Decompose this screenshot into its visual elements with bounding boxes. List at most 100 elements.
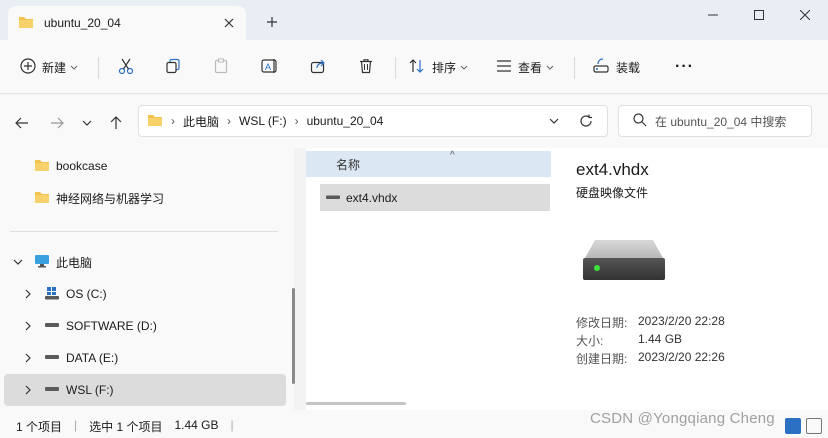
drive-icon bbox=[44, 318, 60, 335]
mount-label: 装载 bbox=[616, 60, 641, 75]
plus-circle-icon bbox=[20, 57, 36, 77]
breadcrumb-ubuntu[interactable]: ubuntu_20_04 bbox=[307, 114, 384, 128]
search-input[interactable]: 在 ubuntu_20_04 中搜索 bbox=[655, 113, 786, 130]
rename-button[interactable]: A bbox=[261, 53, 279, 81]
sidebar-item-this-pc[interactable]: 此电脑 bbox=[4, 246, 286, 278]
close-tab-icon[interactable] bbox=[220, 14, 238, 32]
hard-drive-icon bbox=[581, 234, 667, 287]
paste-button[interactable] bbox=[213, 53, 229, 81]
search-icon bbox=[633, 112, 647, 130]
view-button[interactable]: 查看 bbox=[496, 53, 554, 81]
breadcrumb-wsl[interactable]: WSL (F:) bbox=[239, 114, 287, 128]
navigation-pane: bookcase 神经网络与机器学习 此电脑 OS (C:) SOFTWARE … bbox=[0, 148, 294, 410]
separator: | bbox=[230, 418, 234, 432]
divider bbox=[10, 231, 278, 232]
tab-ubuntu[interactable]: ubuntu_20_04 bbox=[8, 6, 246, 40]
details-pane: ext4.vhdx 硬盘映像文件 修改日期: 2023/2/20 22:28 大… bbox=[551, 148, 828, 410]
sort-label: 排序 bbox=[432, 60, 457, 75]
navigation-row: › 此电脑 › WSL (F:) › ubuntu_20_04 在 ubuntu… bbox=[0, 95, 828, 148]
drive-icon bbox=[44, 350, 60, 367]
folder-icon bbox=[34, 158, 50, 175]
sidebar-item-wsl-f[interactable]: WSL (F:) bbox=[4, 374, 286, 406]
chevron-down-icon bbox=[460, 60, 468, 74]
back-button[interactable] bbox=[11, 112, 33, 134]
vhdx-file-icon bbox=[326, 191, 340, 205]
share-button[interactable] bbox=[310, 53, 326, 81]
address-bar[interactable]: › 此电脑 › WSL (F:) › ubuntu_20_04 bbox=[138, 105, 608, 137]
sort-button[interactable]: 排序 bbox=[408, 53, 468, 81]
folder-icon bbox=[34, 190, 50, 207]
details-view-button[interactable] bbox=[785, 418, 801, 434]
details-modified-value: 2023/2/20 22:28 bbox=[638, 314, 725, 328]
separator bbox=[574, 57, 575, 79]
breadcrumb-this-pc[interactable]: 此电脑 bbox=[183, 113, 219, 130]
details-modified-label: 修改日期: bbox=[576, 316, 628, 330]
search-box[interactable]: 在 ubuntu_20_04 中搜索 bbox=[618, 105, 812, 137]
forward-button[interactable] bbox=[46, 112, 68, 134]
svg-text:A: A bbox=[265, 62, 271, 72]
refresh-button[interactable] bbox=[575, 111, 597, 131]
chevron-right-icon: › bbox=[171, 114, 175, 128]
nav-scrollbar[interactable] bbox=[292, 288, 295, 384]
sidebar-item-label: 此电脑 bbox=[56, 255, 93, 270]
list-view-icon bbox=[496, 59, 512, 76]
new-tab-button[interactable] bbox=[262, 12, 282, 32]
sidebar-item-software-d[interactable]: SOFTWARE (D:) bbox=[4, 310, 286, 342]
chevron-down-icon bbox=[70, 60, 78, 74]
sidebar-item-bookcase[interactable]: bookcase bbox=[4, 150, 286, 182]
separator: | bbox=[74, 418, 78, 432]
watermark: CSDN @Yongqiang Cheng bbox=[590, 410, 775, 427]
separator bbox=[395, 57, 396, 79]
cut-button[interactable] bbox=[117, 53, 135, 81]
windows-drive-icon bbox=[44, 286, 60, 303]
command-bar: 新建 A 排序 查看 装载 ··· bbox=[0, 40, 828, 94]
status-selected: 选中 1 个项目 bbox=[89, 420, 163, 434]
chevron-right-icon[interactable] bbox=[22, 320, 34, 332]
status-item-count: 1 个项目 bbox=[16, 420, 63, 434]
column-header-label: 名称 bbox=[336, 157, 361, 172]
sidebar-item-label: WSL (F:) bbox=[66, 383, 114, 397]
mount-button[interactable]: 装载 bbox=[592, 53, 640, 81]
folder-icon bbox=[18, 15, 34, 32]
drive-icon bbox=[44, 382, 60, 399]
sidebar-item-os-c[interactable]: OS (C:) bbox=[4, 278, 286, 310]
sidebar-item-data-e[interactable]: DATA (E:) bbox=[4, 342, 286, 374]
table-row[interactable]: ext4.vhdx bbox=[320, 184, 550, 211]
file-list: ^ 名称 ext4.vhdx bbox=[306, 148, 551, 410]
chevron-right-icon[interactable] bbox=[22, 288, 34, 300]
new-label: 新建 bbox=[42, 60, 67, 75]
chevron-down-icon[interactable] bbox=[12, 256, 24, 268]
sidebar-item-label: DATA (E:) bbox=[66, 351, 119, 365]
view-label: 查看 bbox=[518, 60, 543, 75]
title-bar: ubuntu_20_04 bbox=[0, 0, 828, 40]
sidebar-item-label: 神经网络与机器学习 bbox=[56, 191, 165, 206]
column-header-name[interactable]: ^ 名称 bbox=[306, 150, 551, 177]
sidebar-item-neural-networks[interactable]: 神经网络与机器学习 bbox=[4, 182, 286, 214]
details-size-label: 大小: bbox=[576, 334, 604, 348]
tiles-view-button[interactable] bbox=[806, 418, 822, 434]
scissors-icon bbox=[117, 57, 135, 78]
chevron-right-icon[interactable] bbox=[22, 352, 34, 364]
address-dropdown-button[interactable] bbox=[543, 111, 565, 131]
chevron-right-icon[interactable] bbox=[22, 384, 34, 396]
paste-icon bbox=[213, 58, 229, 77]
new-button[interactable]: 新建 bbox=[20, 53, 78, 81]
up-button[interactable] bbox=[105, 112, 127, 134]
more-button[interactable]: ··· bbox=[675, 53, 694, 81]
breadcrumb: › 此电脑 › WSL (F:) › ubuntu_20_04 bbox=[147, 106, 383, 136]
close-window-button[interactable] bbox=[782, 5, 828, 25]
horizontal-scrollbar[interactable] bbox=[306, 402, 406, 405]
recent-locations-button[interactable] bbox=[76, 112, 98, 134]
sidebar-item-label: bookcase bbox=[56, 159, 108, 173]
share-icon bbox=[310, 58, 326, 77]
minimize-button[interactable] bbox=[690, 5, 736, 25]
status-bar: 1 个项目 | 选中 1 个项目 1.44 GB | CSDN @Yongqia… bbox=[0, 410, 828, 438]
sidebar-item-label: OS (C:) bbox=[66, 287, 107, 301]
file-name: ext4.vhdx bbox=[346, 190, 398, 205]
delete-button[interactable] bbox=[358, 53, 374, 81]
more-label: ··· bbox=[675, 58, 694, 75]
status-text: 1 个项目 | 选中 1 个项目 1.44 GB | bbox=[16, 418, 246, 435]
maximize-button[interactable] bbox=[736, 5, 782, 25]
copy-button[interactable] bbox=[165, 53, 181, 81]
computer-icon bbox=[34, 254, 50, 271]
